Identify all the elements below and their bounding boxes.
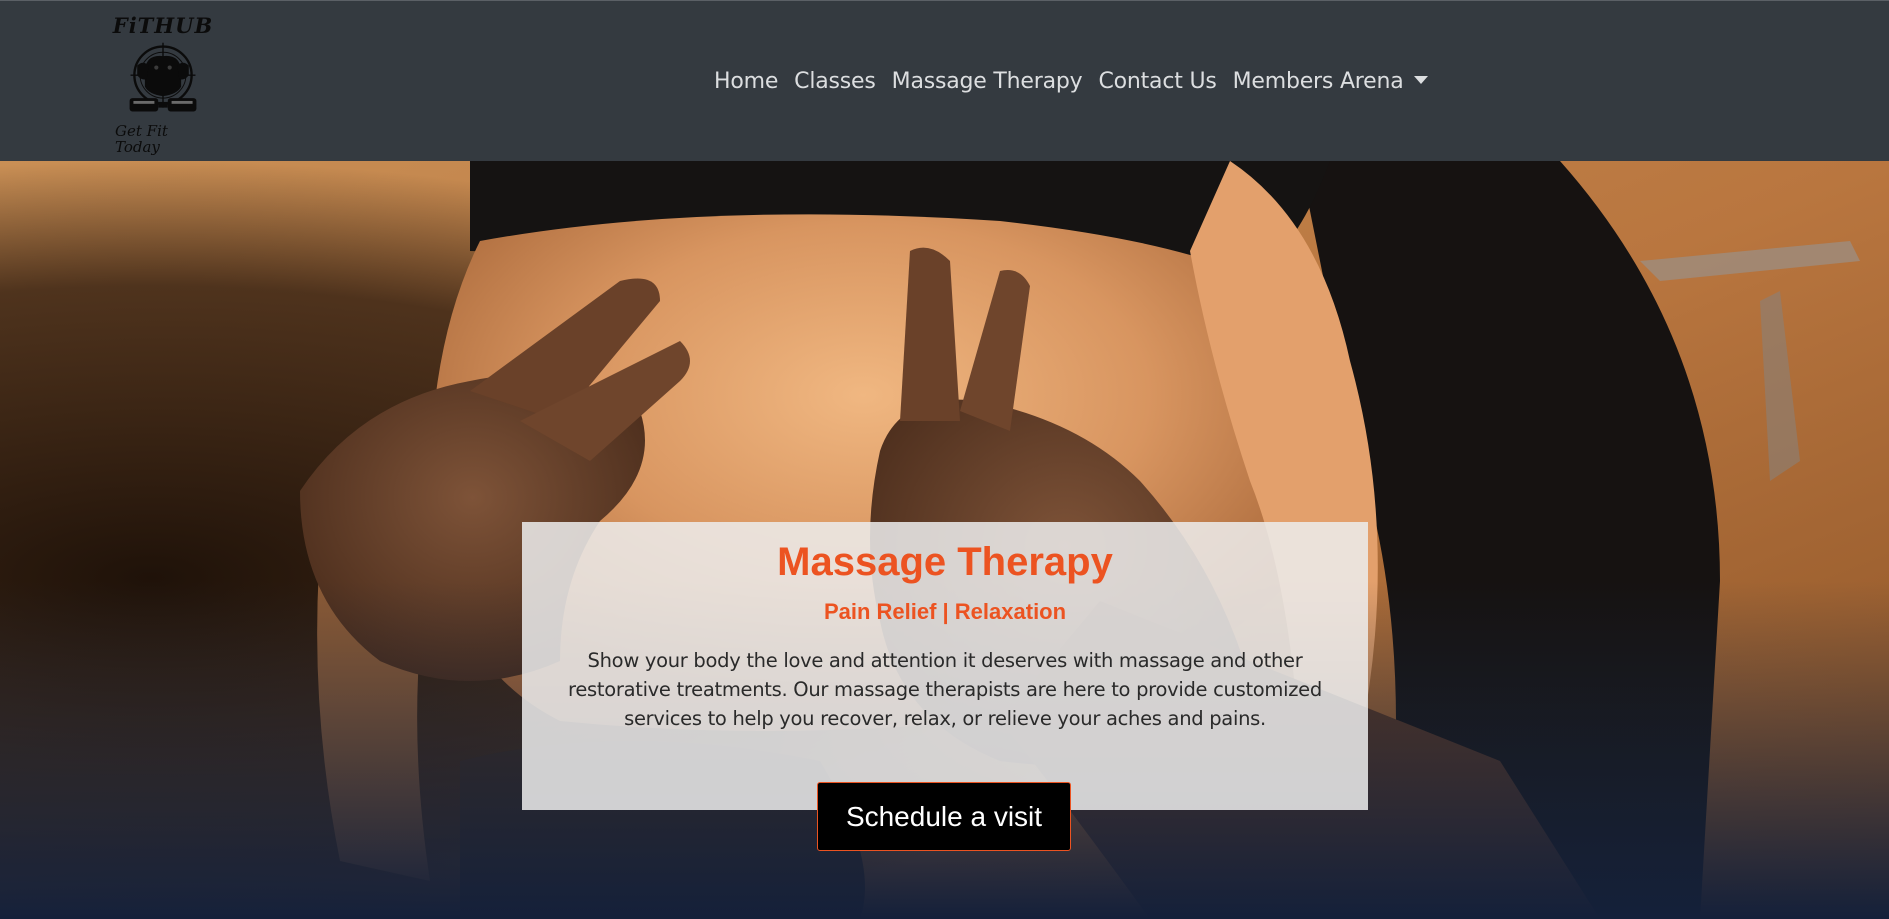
- schedule-visit-button[interactable]: Schedule a visit: [817, 782, 1071, 851]
- navbar: FiTHUB Get Fit Today Home Classes Massag…: [0, 0, 1889, 161]
- brand-name: FiTHUB: [112, 13, 214, 38]
- nav-item-contact-us[interactable]: Contact Us: [1090, 63, 1224, 100]
- hero-info-card: Massage Therapy Pain Relief | Relaxation…: [522, 522, 1368, 810]
- hero-subtitle: Pain Relief | Relaxation: [823, 599, 1067, 624]
- nav-item-classes[interactable]: Classes: [786, 63, 883, 100]
- nav-item-massage-therapy[interactable]: Massage Therapy: [884, 63, 1091, 100]
- fithub-logo-emblem-icon: [129, 42, 197, 112]
- hero-section: Massage Therapy Pain Relief | Relaxation…: [0, 161, 1889, 919]
- chevron-down-icon: [1413, 76, 1428, 84]
- hero-description: Show your body the love and attention it…: [568, 649, 1322, 730]
- page: FiTHUB Get Fit Today Home Classes Massag…: [0, 0, 1889, 919]
- hero-title: Massage Therapy: [777, 540, 1113, 584]
- brand-logo[interactable]: FiTHUB Get Fit Today: [112, 13, 214, 156]
- nav-item-members-arena-label: Members Arena: [1232, 69, 1404, 94]
- nav-item-home[interactable]: Home: [706, 63, 786, 100]
- main-nav: Home Classes Massage Therapy Contact Us …: [706, 63, 1436, 100]
- nav-item-members-arena-dropdown[interactable]: Members Arena: [1225, 63, 1436, 100]
- brand-tagline: Get Fit Today: [115, 122, 168, 156]
